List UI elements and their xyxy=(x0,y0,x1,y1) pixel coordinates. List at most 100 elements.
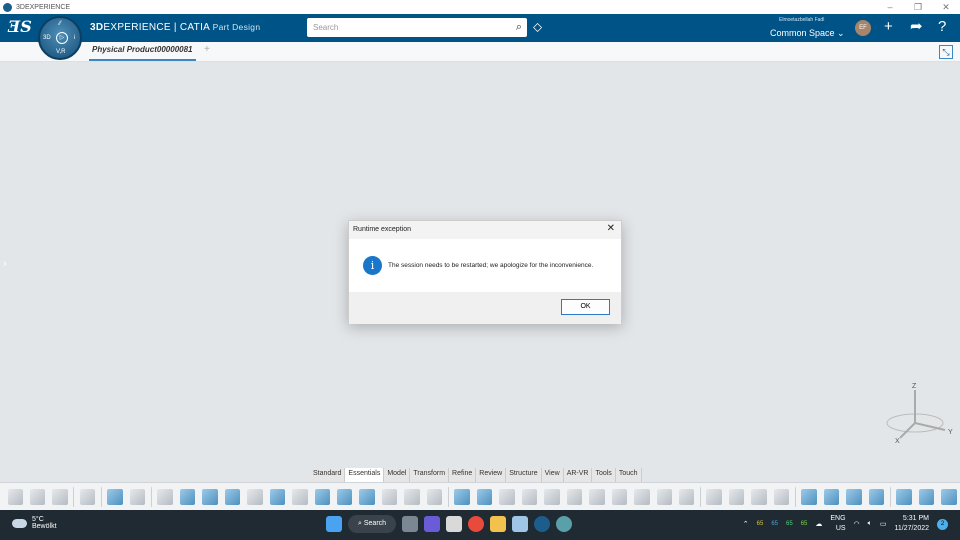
toolbar-tool-icon[interactable] xyxy=(107,488,123,505)
toolbar-tool-icon[interactable] xyxy=(589,488,605,505)
toolbar-tool-icon[interactable] xyxy=(269,488,286,505)
share-icon[interactable]: ➦ xyxy=(910,18,923,36)
help-icon[interactable]: ? xyxy=(938,18,946,36)
toolbar-tool-icon[interactable] xyxy=(381,488,398,505)
toolbar-tool-icon[interactable] xyxy=(426,488,443,505)
toolbar-tool-icon[interactable] xyxy=(179,488,196,505)
space-selector[interactable]: Common Space ⌄ xyxy=(770,28,845,39)
ok-button[interactable]: OK xyxy=(561,299,610,315)
clock[interactable]: 5:31 PM 11/27/2022 xyxy=(894,514,929,534)
3dexperience-icon[interactable] xyxy=(534,516,551,532)
collapse-icon[interactable]: ⤡ xyxy=(939,45,953,59)
chevron-up-icon[interactable]: ⌃ xyxy=(743,520,749,528)
toolbar-tool-icon[interactable] xyxy=(706,488,722,505)
toolbar-tool-icon[interactable] xyxy=(359,488,375,505)
tab-transform[interactable]: Transform xyxy=(410,468,450,482)
toolbar-tool-icon[interactable] xyxy=(129,488,146,505)
toolbar-tool-icon[interactable] xyxy=(801,488,817,505)
toolbar-tool-icon[interactable] xyxy=(404,488,420,505)
toolbar-tool-icon[interactable] xyxy=(224,488,241,505)
weather-widget[interactable]: 5°C Bewölkt xyxy=(12,516,57,530)
toolbar-tool-icon[interactable] xyxy=(157,488,173,505)
toolbar-tool-icon[interactable] xyxy=(678,488,695,505)
tag-icon[interactable]: ⬦ xyxy=(533,19,542,35)
toolbar-tool-icon[interactable] xyxy=(476,488,493,505)
tray-item[interactable]: 65 xyxy=(771,521,778,527)
add-tab-button[interactable]: + xyxy=(204,44,210,55)
language-indicator[interactable]: ENG US xyxy=(830,514,845,534)
taskbar-search[interactable]: ⌕ Search xyxy=(348,515,397,533)
task-view-icon[interactable] xyxy=(402,516,419,532)
play-icon[interactable]: ▷ xyxy=(56,32,68,44)
toolbar-tool-icon[interactable] xyxy=(656,488,672,505)
toolbar-tool-icon[interactable] xyxy=(773,488,790,505)
toolbar-tool-icon[interactable] xyxy=(918,488,935,505)
tab-structure[interactable]: Structure xyxy=(506,468,542,482)
restore-button[interactable]: ❐ xyxy=(904,0,932,14)
tab-refine[interactable]: Refine xyxy=(449,468,477,482)
compass-3d[interactable]: 3D xyxy=(43,35,51,41)
onedrive-icon[interactable]: ☁ xyxy=(815,520,822,528)
tab-review[interactable]: Review xyxy=(476,468,507,482)
axis-triad[interactable]: Z Y X xyxy=(885,380,955,445)
toolbar-tool-icon[interactable] xyxy=(52,488,68,505)
compass-right[interactable]: i xyxy=(74,35,75,41)
close-window-button[interactable]: ✕ xyxy=(932,0,960,14)
tab-touch[interactable]: Touch xyxy=(615,468,642,482)
toolbar-tool-icon[interactable] xyxy=(202,488,218,505)
app-icon[interactable] xyxy=(512,516,529,532)
toolbar-tool-icon[interactable] xyxy=(823,488,840,505)
toolbar-tool-icon[interactable] xyxy=(846,488,862,505)
tab-essentials[interactable]: Essentials xyxy=(345,468,385,482)
file-explorer-icon[interactable] xyxy=(490,516,507,532)
toolbar-tool-icon[interactable] xyxy=(611,488,628,505)
teams-icon[interactable] xyxy=(424,516,441,532)
compass-widget[interactable]: ⁄⁄ 3D ▷ i V,R xyxy=(38,16,82,60)
store-icon[interactable] xyxy=(446,516,463,532)
toolbar-tool-icon[interactable] xyxy=(454,488,470,505)
toolbar-tool-icon[interactable] xyxy=(292,488,308,505)
search-input[interactable]: Search ⌕ xyxy=(307,18,527,37)
close-icon[interactable]: ✕ xyxy=(607,223,615,234)
avatar[interactable]: EF xyxy=(855,20,871,36)
globe-app-icon[interactable] xyxy=(556,516,573,532)
tray-item[interactable]: 65 xyxy=(801,521,808,527)
toolbar-tool-icon[interactable] xyxy=(634,488,650,505)
toolbar-tool-icon[interactable] xyxy=(941,488,957,505)
toolbar-tool-icon[interactable] xyxy=(314,488,330,505)
tab-model[interactable]: Model xyxy=(384,468,411,482)
ds-logo-icon[interactable]: ƎS xyxy=(8,17,32,36)
toolbar-tool-icon[interactable] xyxy=(336,488,353,505)
expand-panel-icon[interactable]: › xyxy=(3,258,7,270)
toolbar-tool-icon[interactable] xyxy=(521,488,538,505)
toolbar-tool-icon[interactable] xyxy=(566,488,583,505)
add-icon[interactable]: + xyxy=(884,18,893,36)
compass-vr[interactable]: V,R xyxy=(56,49,65,55)
start-icon[interactable] xyxy=(326,516,342,532)
notification-badge[interactable]: 2 xyxy=(937,518,948,530)
toolbar-tool-icon[interactable] xyxy=(247,488,263,505)
tab-view[interactable]: View xyxy=(541,468,564,482)
tab-physical-product[interactable]: Physical Product00000081 xyxy=(89,45,196,61)
toolbar-tool-icon[interactable] xyxy=(896,488,912,505)
toolbar-tool-icon[interactable] xyxy=(868,488,885,505)
toolbar-tool-icon[interactable] xyxy=(29,488,46,505)
minimize-button[interactable]: – xyxy=(876,0,904,14)
toolbar-tool-icon[interactable] xyxy=(79,488,96,505)
tab-ar-vr[interactable]: AR-VR xyxy=(563,468,593,482)
tab-tools[interactable]: Tools xyxy=(592,468,616,482)
tab-standard[interactable]: Standard xyxy=(310,468,346,482)
search-icon[interactable]: ⌕ xyxy=(516,21,522,34)
toolbar-tool-icon[interactable] xyxy=(499,488,515,505)
tray-item[interactable]: 65 xyxy=(757,521,764,527)
compass-top[interactable]: ⁄⁄ xyxy=(59,21,61,27)
battery-icon[interactable]: ▭ xyxy=(880,520,887,528)
wifi-icon[interactable]: ◠ xyxy=(854,520,860,528)
toolbar-tool-icon[interactable] xyxy=(728,488,745,505)
volume-icon[interactable]: 🔈︎ xyxy=(868,520,872,528)
toolbar-tool-icon[interactable] xyxy=(7,488,23,505)
tray-item[interactable]: 65 xyxy=(786,521,793,527)
chrome-icon[interactable] xyxy=(468,516,485,532)
toolbar-tool-icon[interactable] xyxy=(544,488,560,505)
toolbar-tool-icon[interactable] xyxy=(751,488,767,505)
